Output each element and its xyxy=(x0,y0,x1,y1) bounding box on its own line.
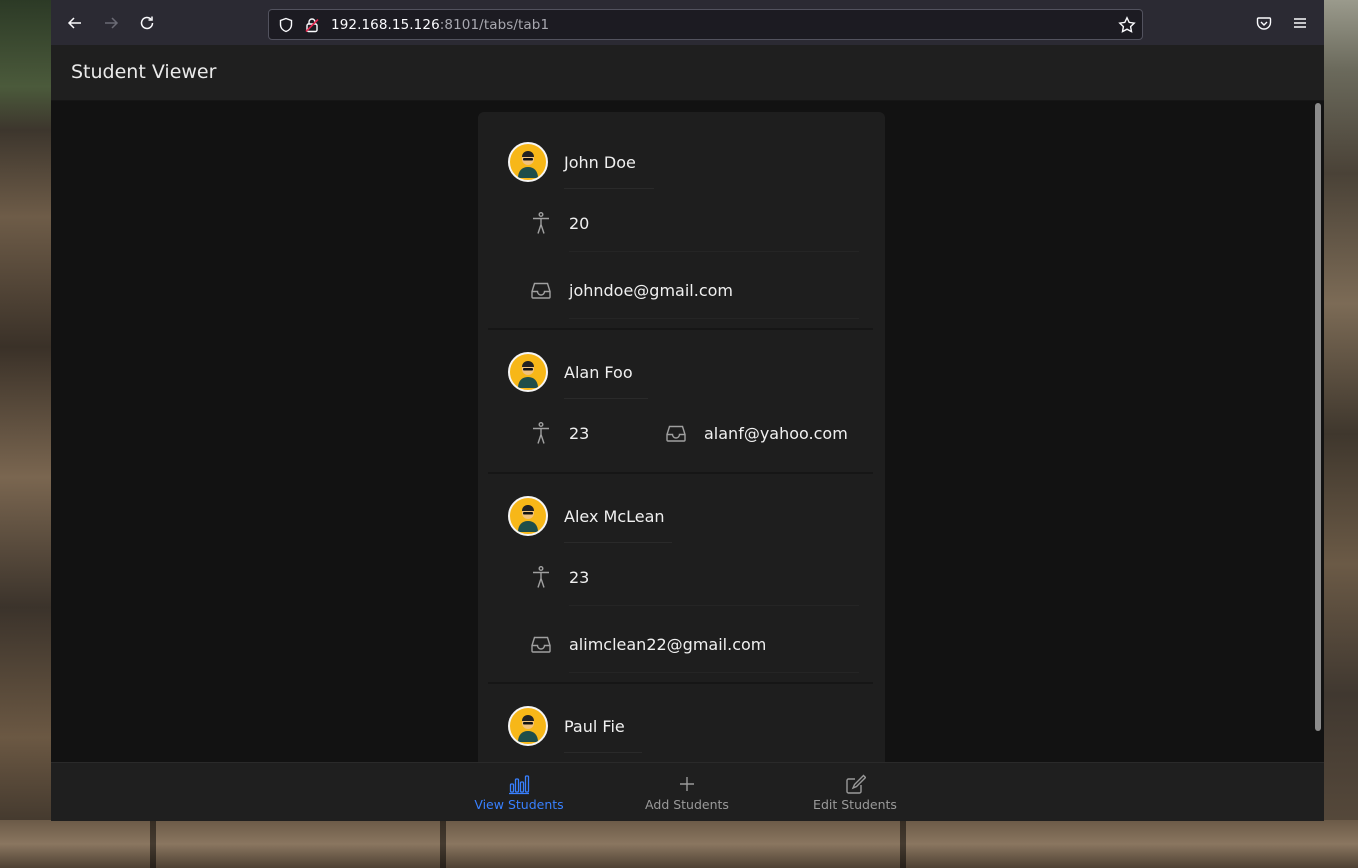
accessibility-icon xyxy=(529,421,553,445)
url-path: :8101/tabs/tab1 xyxy=(439,17,550,33)
desktop-background-right xyxy=(1324,0,1358,868)
student-name: Alan Foo xyxy=(564,363,633,382)
student-avatar-icon xyxy=(518,151,538,178)
app-header: Student Viewer xyxy=(51,45,1324,101)
menu-button[interactable] xyxy=(1288,11,1312,35)
content-area[interactable]: John Doe 20 johndoe@gmail.com Alan Foo 2… xyxy=(51,101,1324,762)
student-name: Paul Fie xyxy=(564,717,625,736)
student-avatar-icon xyxy=(518,361,538,388)
arrow-left-icon xyxy=(67,17,81,29)
url-host: 192.168.15.126 xyxy=(331,17,440,33)
tab-bar: View Students Add Students Edit Students xyxy=(51,762,1324,821)
forward-button[interactable] xyxy=(99,11,123,35)
divider xyxy=(569,251,859,252)
student-email: alanf@yahoo.com xyxy=(704,424,848,443)
divider xyxy=(564,188,654,189)
tab-view-students[interactable]: View Students xyxy=(444,763,594,821)
divider xyxy=(564,752,642,753)
student-avatar-icon xyxy=(518,505,538,532)
pocket-button[interactable] xyxy=(1252,11,1276,35)
avatar xyxy=(508,706,548,746)
student-age: 23 xyxy=(569,568,590,587)
tab-add-students[interactable]: Add Students xyxy=(612,763,762,821)
tab-label: View Students xyxy=(474,797,564,812)
bookmark-star-icon[interactable] xyxy=(1118,16,1136,34)
student-list: John Doe 20 johndoe@gmail.com Alan Foo 2… xyxy=(478,112,885,762)
url-bar[interactable]: 192.168.15.126:8101/tabs/tab1 xyxy=(268,9,1143,40)
student-card[interactable]: Alex McLean 23 alimclean22@gmail.com xyxy=(488,476,873,684)
divider xyxy=(569,672,859,673)
tab-label: Add Students xyxy=(645,797,729,812)
accessibility-icon xyxy=(529,211,553,235)
inbox-icon xyxy=(664,421,688,445)
browser-toolbar: 192.168.15.126:8101/tabs/tab1 xyxy=(51,0,1324,45)
divider xyxy=(564,542,672,543)
avatar xyxy=(508,352,548,392)
desktop-background-bottom xyxy=(0,820,1358,868)
insecure-lock-icon[interactable] xyxy=(304,17,320,33)
student-name: Alex McLean xyxy=(564,507,665,526)
hamburger-menu-icon xyxy=(1294,18,1306,28)
bar-chart-icon xyxy=(509,775,530,795)
browser-window: 192.168.15.126:8101/tabs/tab1 Student Vi… xyxy=(51,0,1324,821)
inbox-icon xyxy=(529,632,553,656)
avatar xyxy=(508,142,548,182)
reload-button[interactable] xyxy=(135,11,159,35)
divider xyxy=(569,605,859,606)
student-name: John Doe xyxy=(564,153,636,172)
divider xyxy=(569,318,859,319)
student-email: alimclean22@gmail.com xyxy=(569,635,767,654)
student-avatar-icon xyxy=(518,715,538,742)
edit-icon xyxy=(846,774,866,794)
accessibility-icon xyxy=(529,565,553,589)
divider xyxy=(564,398,648,399)
scrollbar-thumb[interactable] xyxy=(1315,103,1321,731)
url-text[interactable]: 192.168.15.126:8101/tabs/tab1 xyxy=(331,17,549,33)
page-title: Student Viewer xyxy=(71,61,217,83)
back-button[interactable] xyxy=(63,11,87,35)
plus-icon xyxy=(680,777,694,791)
arrow-right-icon xyxy=(105,17,119,29)
student-card[interactable]: Alan Foo 23 alanf@yahoo.com xyxy=(488,332,873,474)
tab-edit-students[interactable]: Edit Students xyxy=(780,763,930,821)
tab-label: Edit Students xyxy=(813,797,897,812)
student-card[interactable]: Paul Fie xyxy=(488,686,873,762)
student-email: johndoe@gmail.com xyxy=(569,281,733,300)
desktop-background-left xyxy=(0,0,51,868)
inbox-icon xyxy=(529,278,553,302)
pocket-icon xyxy=(1256,17,1272,30)
student-age: 23 xyxy=(569,424,590,443)
avatar xyxy=(508,496,548,536)
student-age: 20 xyxy=(569,214,590,233)
shield-icon[interactable] xyxy=(278,17,294,33)
reload-icon xyxy=(140,16,154,30)
student-card[interactable]: John Doe 20 johndoe@gmail.com xyxy=(488,112,873,330)
